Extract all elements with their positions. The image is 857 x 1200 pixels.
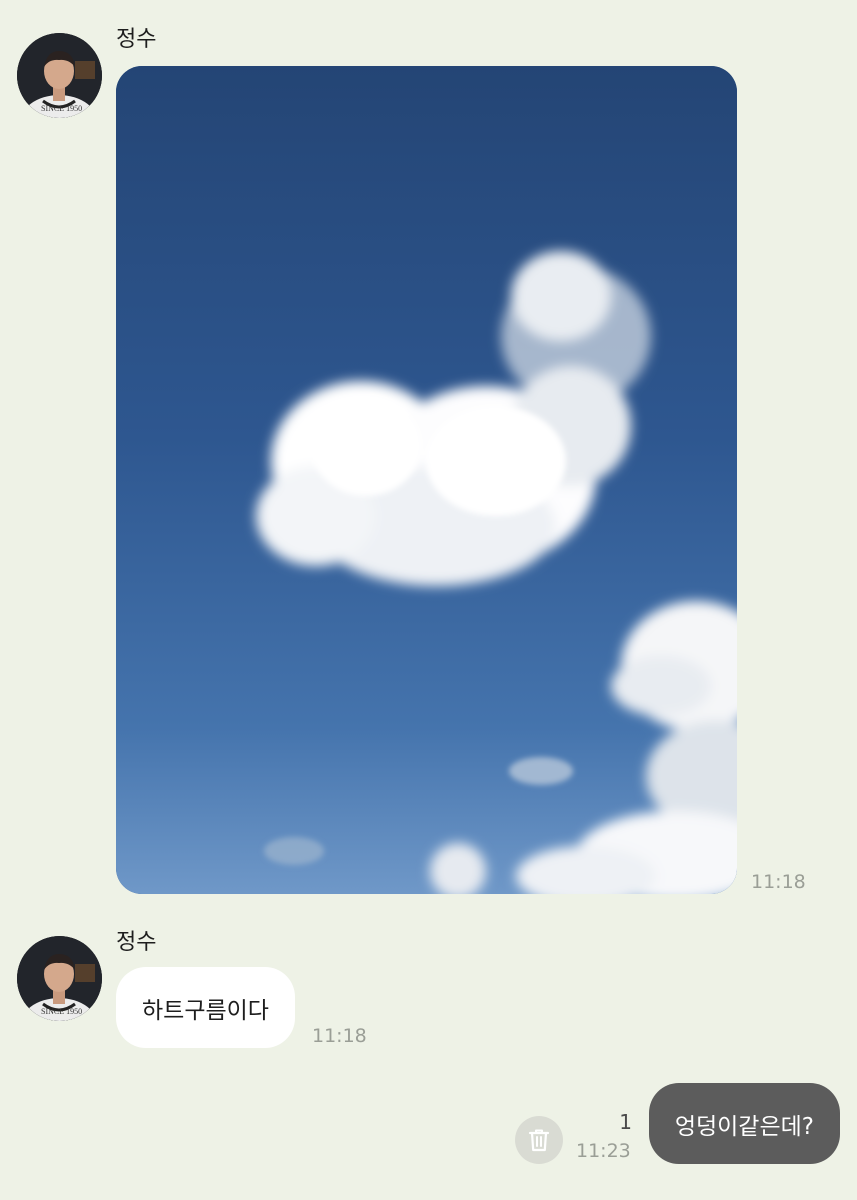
unread-count: 1 [619,1110,632,1134]
delete-button[interactable] [515,1116,563,1164]
avatar[interactable]: SINCE 1950 [17,33,102,118]
message-bubble[interactable]: 하트구름이다 [116,967,295,1048]
message-text: 엉덩이같은데? [674,1113,814,1140]
message-time: 11:18 [751,871,806,893]
message-time: 11:18 [312,1025,367,1047]
avatar[interactable]: SINCE 1950 [17,936,102,1021]
photo-message[interactable] [116,66,737,894]
sender-name: 정수 [116,930,157,955]
trash-icon [528,1129,550,1152]
svg-text:SINCE 1950: SINCE 1950 [41,1007,82,1016]
sender-name: 정수 [116,27,157,52]
message-time: 11:23 [576,1140,631,1162]
svg-text:SINCE 1950: SINCE 1950 [41,104,82,113]
message-text: 하트구름이다 [142,997,269,1024]
my-message-bubble[interactable]: 엉덩이같은데? [648,1083,840,1164]
